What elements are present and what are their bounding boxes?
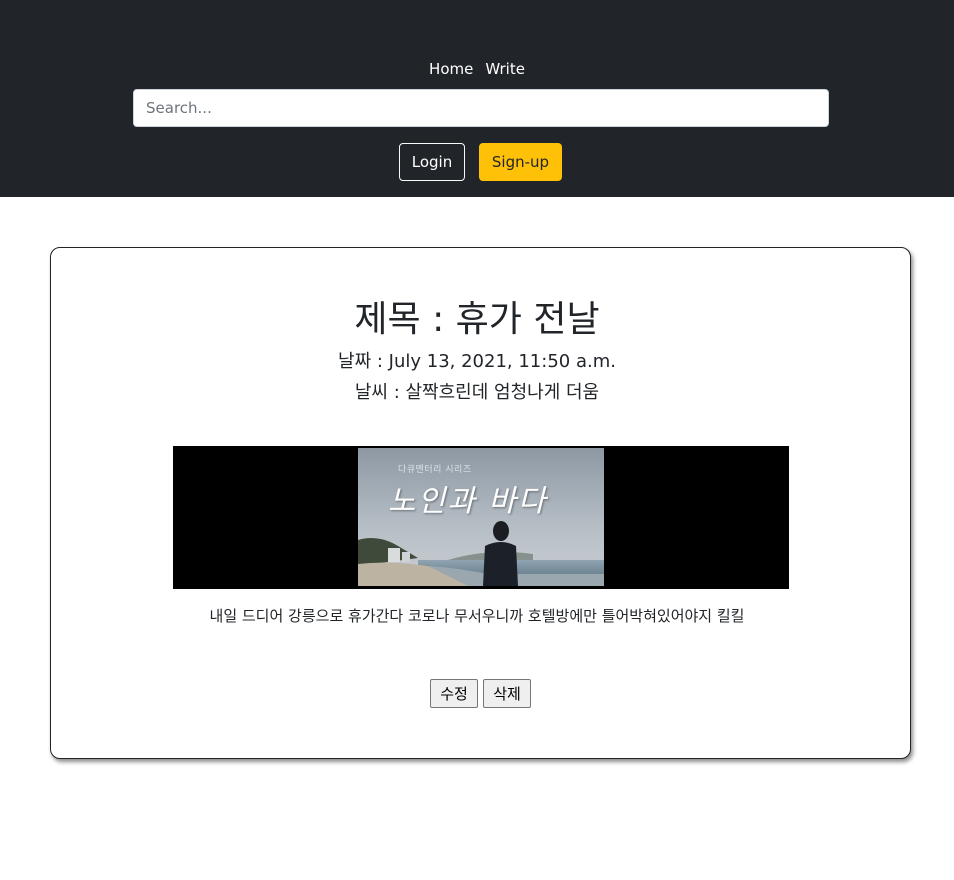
post-date: 날짜 : July 13, 2021, 11:50 a.m. <box>338 351 616 372</box>
navbar: Home Write Login Sign-up <box>0 0 954 197</box>
nav-link-write[interactable]: Write <box>485 58 525 80</box>
search-input[interactable] <box>133 89 829 127</box>
signup-button[interactable]: Sign-up <box>479 143 562 181</box>
thumbnail-title: 노인과 바다 <box>388 484 548 519</box>
login-button[interactable]: Login <box>399 143 465 181</box>
post-content: 내일 드디어 강릉으로 휴가간다 코로나 무서우니까 호텔방에만 틀어박혀있어야… <box>209 607 745 625</box>
delete-button[interactable]: 삭제 <box>483 679 531 708</box>
video-player[interactable]: 다큐멘터리 시리즈 노인과 바다 <box>173 446 789 589</box>
video-thumbnail[interactable]: 다큐멘터리 시리즈 노인과 바다 <box>358 448 604 586</box>
post-title: 제목 : 휴가 전날 <box>354 299 600 340</box>
nav-link-home[interactable]: Home <box>429 58 473 80</box>
post-weather: 날씨 : 살짝흐린데 엄청나게 더움 <box>354 382 600 403</box>
nav-links: Home Write <box>0 58 954 80</box>
edit-button[interactable]: 수정 <box>430 679 478 708</box>
thumbnail-subtitle: 다큐멘터리 시리즈 <box>398 465 472 475</box>
